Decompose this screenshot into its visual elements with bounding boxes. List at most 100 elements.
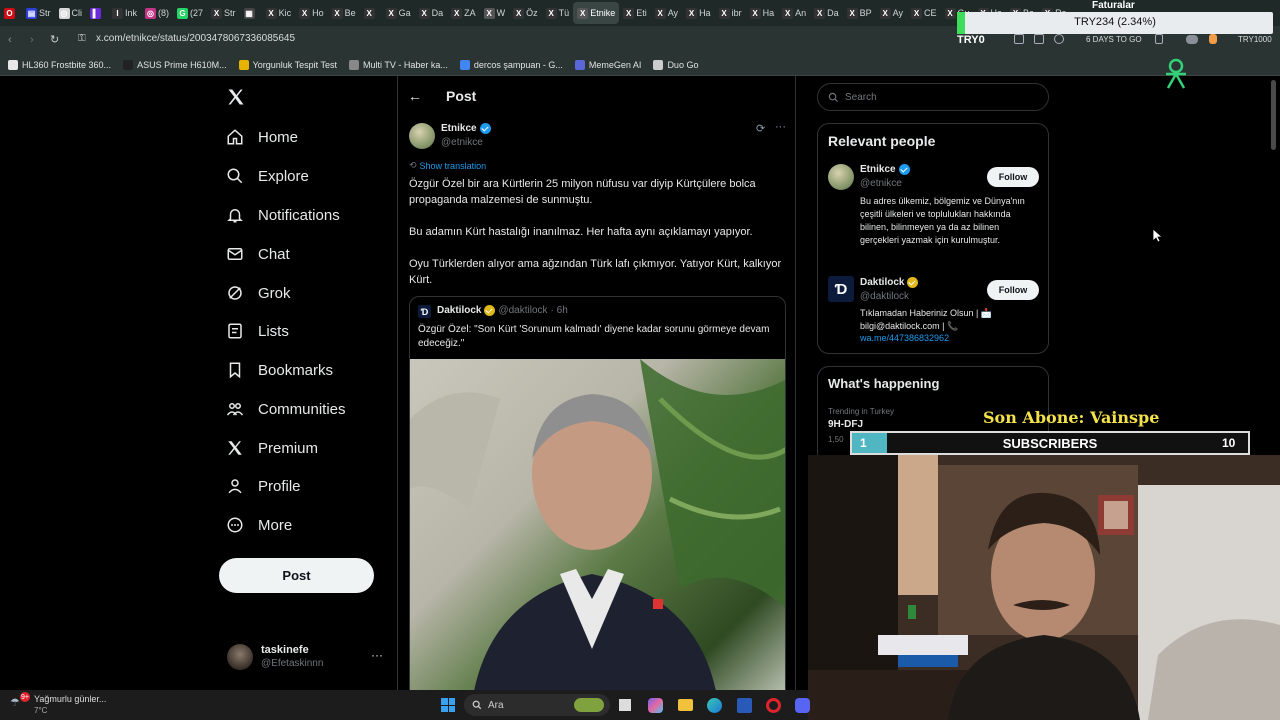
bookmark-item[interactable]: Duo Go	[653, 59, 698, 70]
browser-tab[interactable]: X	[360, 2, 382, 24]
person-name[interactable]: Etnikce	[860, 164, 896, 175]
bookmark-item[interactable]: ASUS Prime H610M...	[123, 59, 227, 70]
extension-icon[interactable]	[1209, 34, 1217, 44]
browser-tab[interactable]: X Ay	[876, 2, 907, 24]
weather-title[interactable]: Yağmurlu günler...	[34, 694, 106, 704]
browser-tab[interactable]: X BP	[843, 2, 876, 24]
profile-icon[interactable]	[1186, 35, 1198, 44]
nav-item-chat[interactable]: Chat	[226, 245, 290, 263]
forward-icon[interactable]: ›	[30, 34, 34, 46]
browser-tab[interactable]: G (27	[173, 2, 207, 24]
browser-tab[interactable]: Xibr	[715, 2, 746, 24]
person-name[interactable]: Daktilock	[860, 277, 904, 288]
person-name-row[interactable]: Etnikce	[860, 164, 910, 175]
site-info-icon[interactable]: ⚿	[78, 33, 86, 44]
taskbar-search[interactable]: Ara	[464, 694, 610, 716]
windows-start-icon[interactable]	[441, 698, 455, 712]
bookmark-item[interactable]: MemeGen AI	[574, 59, 641, 70]
browser-tab[interactable]: XW	[480, 2, 510, 24]
browser-tab[interactable]: X Ga	[382, 2, 415, 24]
browser-tab[interactable]: X Tü	[542, 2, 574, 24]
show-translation-link[interactable]: ⟲ Show translation	[409, 160, 486, 171]
show-translation-label[interactable]: Show translation	[420, 161, 487, 171]
grok-icon	[228, 286, 242, 300]
bookmark-item[interactable]: dercos şampuan - G...	[459, 59, 563, 70]
more-options-icon[interactable]: ···	[775, 121, 786, 133]
author-name[interactable]: Etnikce	[441, 123, 477, 134]
copilot-icon[interactable]	[648, 698, 663, 713]
daktilock-avatar[interactable]: Ɗ	[828, 276, 854, 302]
trend-name[interactable]: 9H-DFJ	[828, 419, 863, 430]
url-field[interactable]: x.com/etnikce/status/2003478067336085645	[96, 33, 295, 44]
browser-tab[interactable]: ▤ Str	[22, 2, 55, 24]
bookmark-item[interactable]: Yorgunluk Tespit Test	[238, 59, 337, 70]
back-icon[interactable]: ‹	[8, 34, 12, 46]
edge-icon[interactable]	[707, 698, 722, 713]
nav-item-lists[interactable]: Lists	[226, 322, 289, 340]
browser-tab[interactable]: X Da	[415, 2, 448, 24]
extension-short-label[interactable]: TRY1000	[1238, 35, 1272, 44]
shield-icon[interactable]	[1054, 34, 1064, 44]
author-name-row[interactable]: Etnikce	[441, 123, 491, 134]
browser-tab[interactable]: ◎ (8)	[141, 2, 173, 24]
browser-tab[interactable]: X Str	[207, 2, 240, 24]
browser-tab[interactable]: X An	[778, 2, 810, 24]
store-icon[interactable]	[737, 698, 752, 713]
post-button[interactable]: Post	[219, 558, 374, 593]
nav-item-communities[interactable]: Communities	[226, 400, 346, 418]
nav-item-explore[interactable]: Explore	[226, 167, 309, 185]
browser-tab[interactable]: X ZA	[447, 2, 480, 24]
bookmark-item[interactable]: HL360 Frostbite 360...	[8, 59, 111, 70]
back-arrow-icon[interactable]: ←	[408, 88, 422, 104]
nav-item-profile[interactable]: Profile	[226, 477, 301, 495]
follow-button[interactable]: Follow	[987, 167, 1039, 187]
author-avatar[interactable]	[409, 123, 435, 149]
account-switcher[interactable]: taskinefe @Efetaskinnn ···	[219, 636, 389, 680]
reload-icon[interactable]: ↻	[50, 33, 59, 46]
browser-tab[interactable]: ▦	[240, 2, 262, 24]
browser-tab[interactable]: XHa	[682, 2, 715, 24]
browser-tab[interactable]: X Etnike	[573, 2, 620, 24]
quoted-post[interactable]: Ɗ Daktilock @daktilock · 6h Özgür Özel: …	[409, 296, 786, 690]
author-handle[interactable]: @etnikce	[441, 137, 483, 148]
bookmark-item[interactable]: Multi TV - Haber ka...	[349, 59, 448, 70]
file-explorer-icon[interactable]	[678, 699, 693, 711]
browser-tab[interactable]: X Öz	[509, 2, 542, 24]
search-input[interactable]: Search	[817, 83, 1049, 111]
camera-icon[interactable]	[1034, 34, 1044, 44]
post-image[interactable]	[410, 359, 785, 690]
nav-item-grok[interactable]: Grok	[226, 284, 291, 302]
browser-tab[interactable]: X Da	[810, 2, 843, 24]
person-name-row[interactable]: Daktilock	[860, 277, 919, 288]
person-avatar[interactable]	[828, 164, 854, 190]
nav-item-notifications[interactable]: Notifications	[226, 206, 340, 224]
x-logo-icon[interactable]	[226, 87, 246, 112]
person-link[interactable]: wa.me/447386832962	[860, 333, 949, 343]
task-view-icon[interactable]	[619, 699, 631, 711]
grok-icon[interactable]: ⟳	[756, 122, 765, 135]
nav-item-bookmarks[interactable]: Bookmarks	[226, 361, 333, 379]
browser-tab[interactable]: I Ink	[108, 2, 141, 24]
lock-icon[interactable]	[1155, 34, 1163, 44]
follow-button[interactable]: Follow	[987, 280, 1039, 300]
browser-tab[interactable]: X CE	[907, 2, 941, 24]
more-horizontal-icon[interactable]: ···	[371, 648, 383, 662]
browser-tab[interactable]: X Ay	[651, 2, 682, 24]
page-scrollbar[interactable]	[1271, 80, 1276, 150]
nav-item-home[interactable]: Home	[226, 128, 298, 146]
opera-icon[interactable]	[766, 698, 781, 713]
weather-icon[interactable]: ☂	[10, 696, 20, 709]
browser-tab[interactable]: X Ho	[295, 2, 328, 24]
browser-tab[interactable]: X Eti	[619, 2, 651, 24]
nav-item-premium[interactable]: Premium	[226, 439, 318, 457]
nav-item-more[interactable]: More	[226, 516, 292, 534]
browser-tab[interactable]: ◎ Cli	[55, 2, 87, 24]
browser-tab[interactable]: O	[0, 2, 22, 24]
browser-tab[interactable]: X Kic	[262, 2, 296, 24]
browser-tab[interactable]: ▌	[86, 2, 108, 24]
browser-tab[interactable]: XHa	[746, 2, 779, 24]
extension-label[interactable]: 6 DAYS TO GO	[1086, 35, 1142, 44]
browser-tab[interactable]: X Be	[328, 2, 360, 24]
share-icon[interactable]	[1014, 34, 1024, 44]
discord-icon[interactable]	[795, 698, 810, 713]
